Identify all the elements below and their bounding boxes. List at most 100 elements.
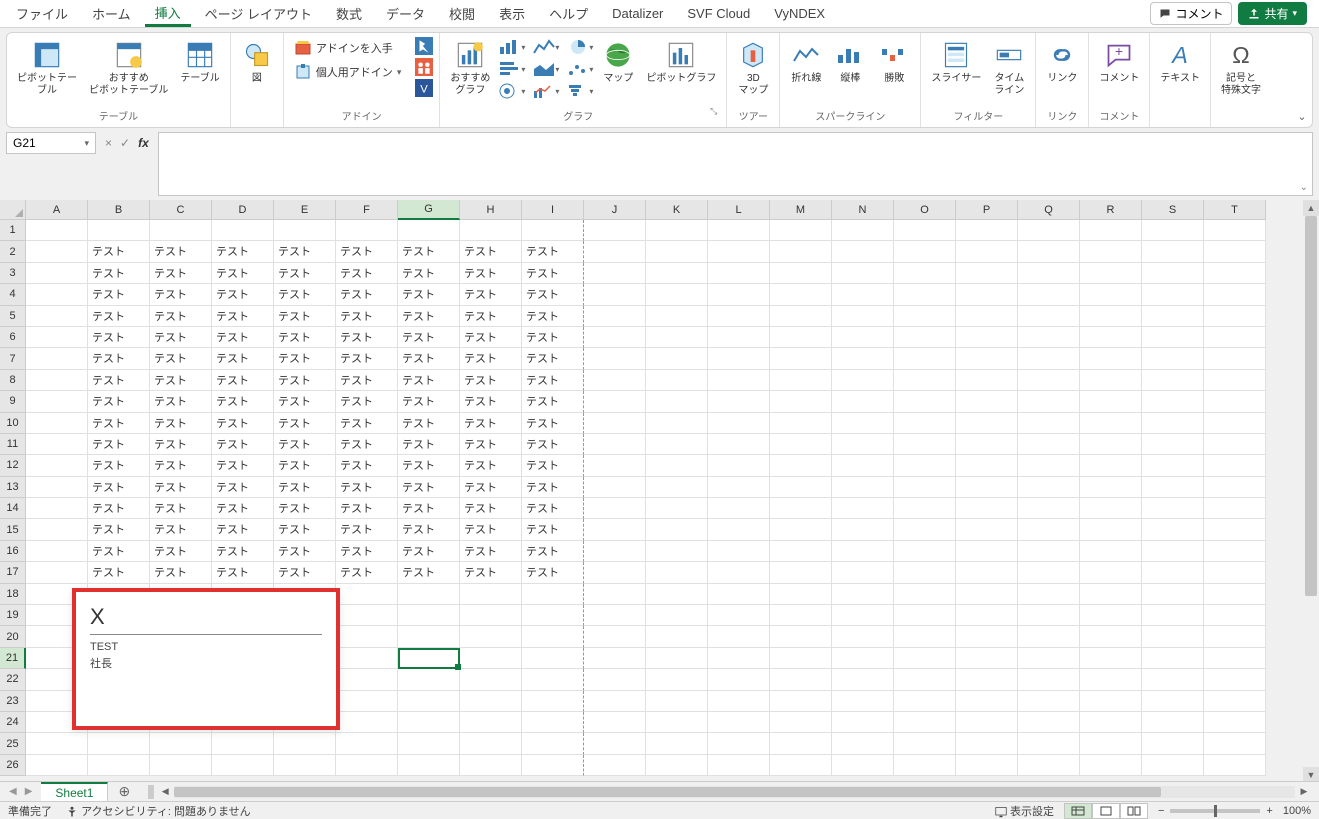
cell[interactable]: [1204, 648, 1266, 669]
cell[interactable]: [398, 584, 460, 605]
cell[interactable]: [336, 669, 398, 690]
cell[interactable]: テスト: [336, 348, 398, 369]
cell[interactable]: [584, 477, 646, 498]
cell[interactable]: [894, 541, 956, 562]
cell[interactable]: テスト: [398, 434, 460, 455]
cell[interactable]: [460, 669, 522, 690]
cell[interactable]: [1080, 519, 1142, 540]
cell[interactable]: [1142, 648, 1204, 669]
cell[interactable]: [522, 669, 584, 690]
cell[interactable]: [956, 733, 1018, 754]
cell[interactable]: [894, 306, 956, 327]
cell[interactable]: テスト: [460, 391, 522, 412]
cell[interactable]: [956, 691, 1018, 712]
cell[interactable]: [1080, 220, 1142, 241]
tab-ファイル[interactable]: ファイル: [6, 0, 78, 27]
cell[interactable]: テスト: [274, 241, 336, 262]
cell[interactable]: テスト: [150, 370, 212, 391]
column-header[interactable]: N: [832, 200, 894, 220]
cell[interactable]: [522, 648, 584, 669]
pivot-table-button[interactable]: ピボットテー ブル: [13, 37, 81, 99]
cell[interactable]: [770, 327, 832, 348]
cell[interactable]: [708, 391, 770, 412]
cell[interactable]: テスト: [88, 327, 150, 348]
cell[interactable]: テスト: [274, 370, 336, 391]
column-header[interactable]: D: [212, 200, 274, 220]
cell[interactable]: [1018, 455, 1080, 476]
cell[interactable]: テスト: [398, 562, 460, 583]
cell[interactable]: テスト: [212, 562, 274, 583]
cell[interactable]: テスト: [212, 519, 274, 540]
cell[interactable]: [398, 712, 460, 733]
cell[interactable]: [894, 370, 956, 391]
cell[interactable]: [212, 733, 274, 754]
cell[interactable]: [1018, 562, 1080, 583]
cell[interactable]: [1142, 733, 1204, 754]
cell[interactable]: テスト: [88, 455, 150, 476]
pivot-chart-button[interactable]: ピボットグラフ: [642, 37, 720, 87]
cell[interactable]: [956, 669, 1018, 690]
cell[interactable]: [274, 220, 336, 241]
cell[interactable]: [460, 755, 522, 776]
column-header[interactable]: R: [1080, 200, 1142, 220]
cell[interactable]: テスト: [212, 263, 274, 284]
cell[interactable]: [584, 584, 646, 605]
cell[interactable]: テスト: [150, 263, 212, 284]
cell[interactable]: [1080, 348, 1142, 369]
cell[interactable]: [832, 712, 894, 733]
cell[interactable]: テスト: [150, 519, 212, 540]
cell[interactable]: [1018, 263, 1080, 284]
cell[interactable]: [336, 648, 398, 669]
column-header[interactable]: G: [398, 200, 460, 220]
cell[interactable]: [460, 733, 522, 754]
cell[interactable]: [1018, 327, 1080, 348]
cell[interactable]: テスト: [460, 327, 522, 348]
cell[interactable]: [1204, 263, 1266, 284]
cell[interactable]: テスト: [522, 477, 584, 498]
cell[interactable]: [770, 284, 832, 305]
cell[interactable]: [708, 306, 770, 327]
horizontal-scrollbar[interactable]: ◀ ▶: [140, 785, 1319, 799]
cell[interactable]: [646, 434, 708, 455]
cell[interactable]: [26, 455, 88, 476]
cell[interactable]: [1018, 669, 1080, 690]
cell[interactable]: [894, 669, 956, 690]
cell[interactable]: [708, 477, 770, 498]
cell[interactable]: [894, 498, 956, 519]
cell[interactable]: [1018, 733, 1080, 754]
zoom-in-button[interactable]: +: [1266, 805, 1272, 817]
cell[interactable]: [274, 755, 336, 776]
vertical-scrollbar[interactable]: ▲ ▼: [1303, 200, 1319, 783]
area-chart-button[interactable]: ▾: [532, 59, 560, 79]
row-header[interactable]: 14: [0, 498, 26, 519]
cell[interactable]: [398, 605, 460, 626]
timeline-button[interactable]: タイム ライン: [989, 37, 1029, 99]
cell[interactable]: [26, 541, 88, 562]
cell[interactable]: テスト: [522, 370, 584, 391]
cell[interactable]: [770, 348, 832, 369]
cell[interactable]: [1080, 413, 1142, 434]
cell[interactable]: [956, 348, 1018, 369]
cell[interactable]: テスト: [522, 541, 584, 562]
cell[interactable]: テスト: [88, 434, 150, 455]
cell[interactable]: [336, 733, 398, 754]
column-header[interactable]: B: [88, 200, 150, 220]
cell[interactable]: [894, 220, 956, 241]
cell[interactable]: テスト: [150, 434, 212, 455]
cell[interactable]: [832, 306, 894, 327]
cell[interactable]: [956, 712, 1018, 733]
cell[interactable]: [584, 541, 646, 562]
cell[interactable]: [584, 755, 646, 776]
cell[interactable]: [770, 626, 832, 647]
cell[interactable]: [584, 370, 646, 391]
cell[interactable]: [584, 306, 646, 327]
scroll-left-button[interactable]: ◀: [158, 785, 172, 799]
cell[interactable]: [708, 755, 770, 776]
cell[interactable]: [708, 413, 770, 434]
cell[interactable]: [1018, 370, 1080, 391]
cell[interactable]: テスト: [88, 413, 150, 434]
cell[interactable]: [522, 691, 584, 712]
text-button[interactable]: Aテキスト: [1156, 37, 1204, 87]
cell[interactable]: [832, 541, 894, 562]
cell[interactable]: テスト: [460, 284, 522, 305]
